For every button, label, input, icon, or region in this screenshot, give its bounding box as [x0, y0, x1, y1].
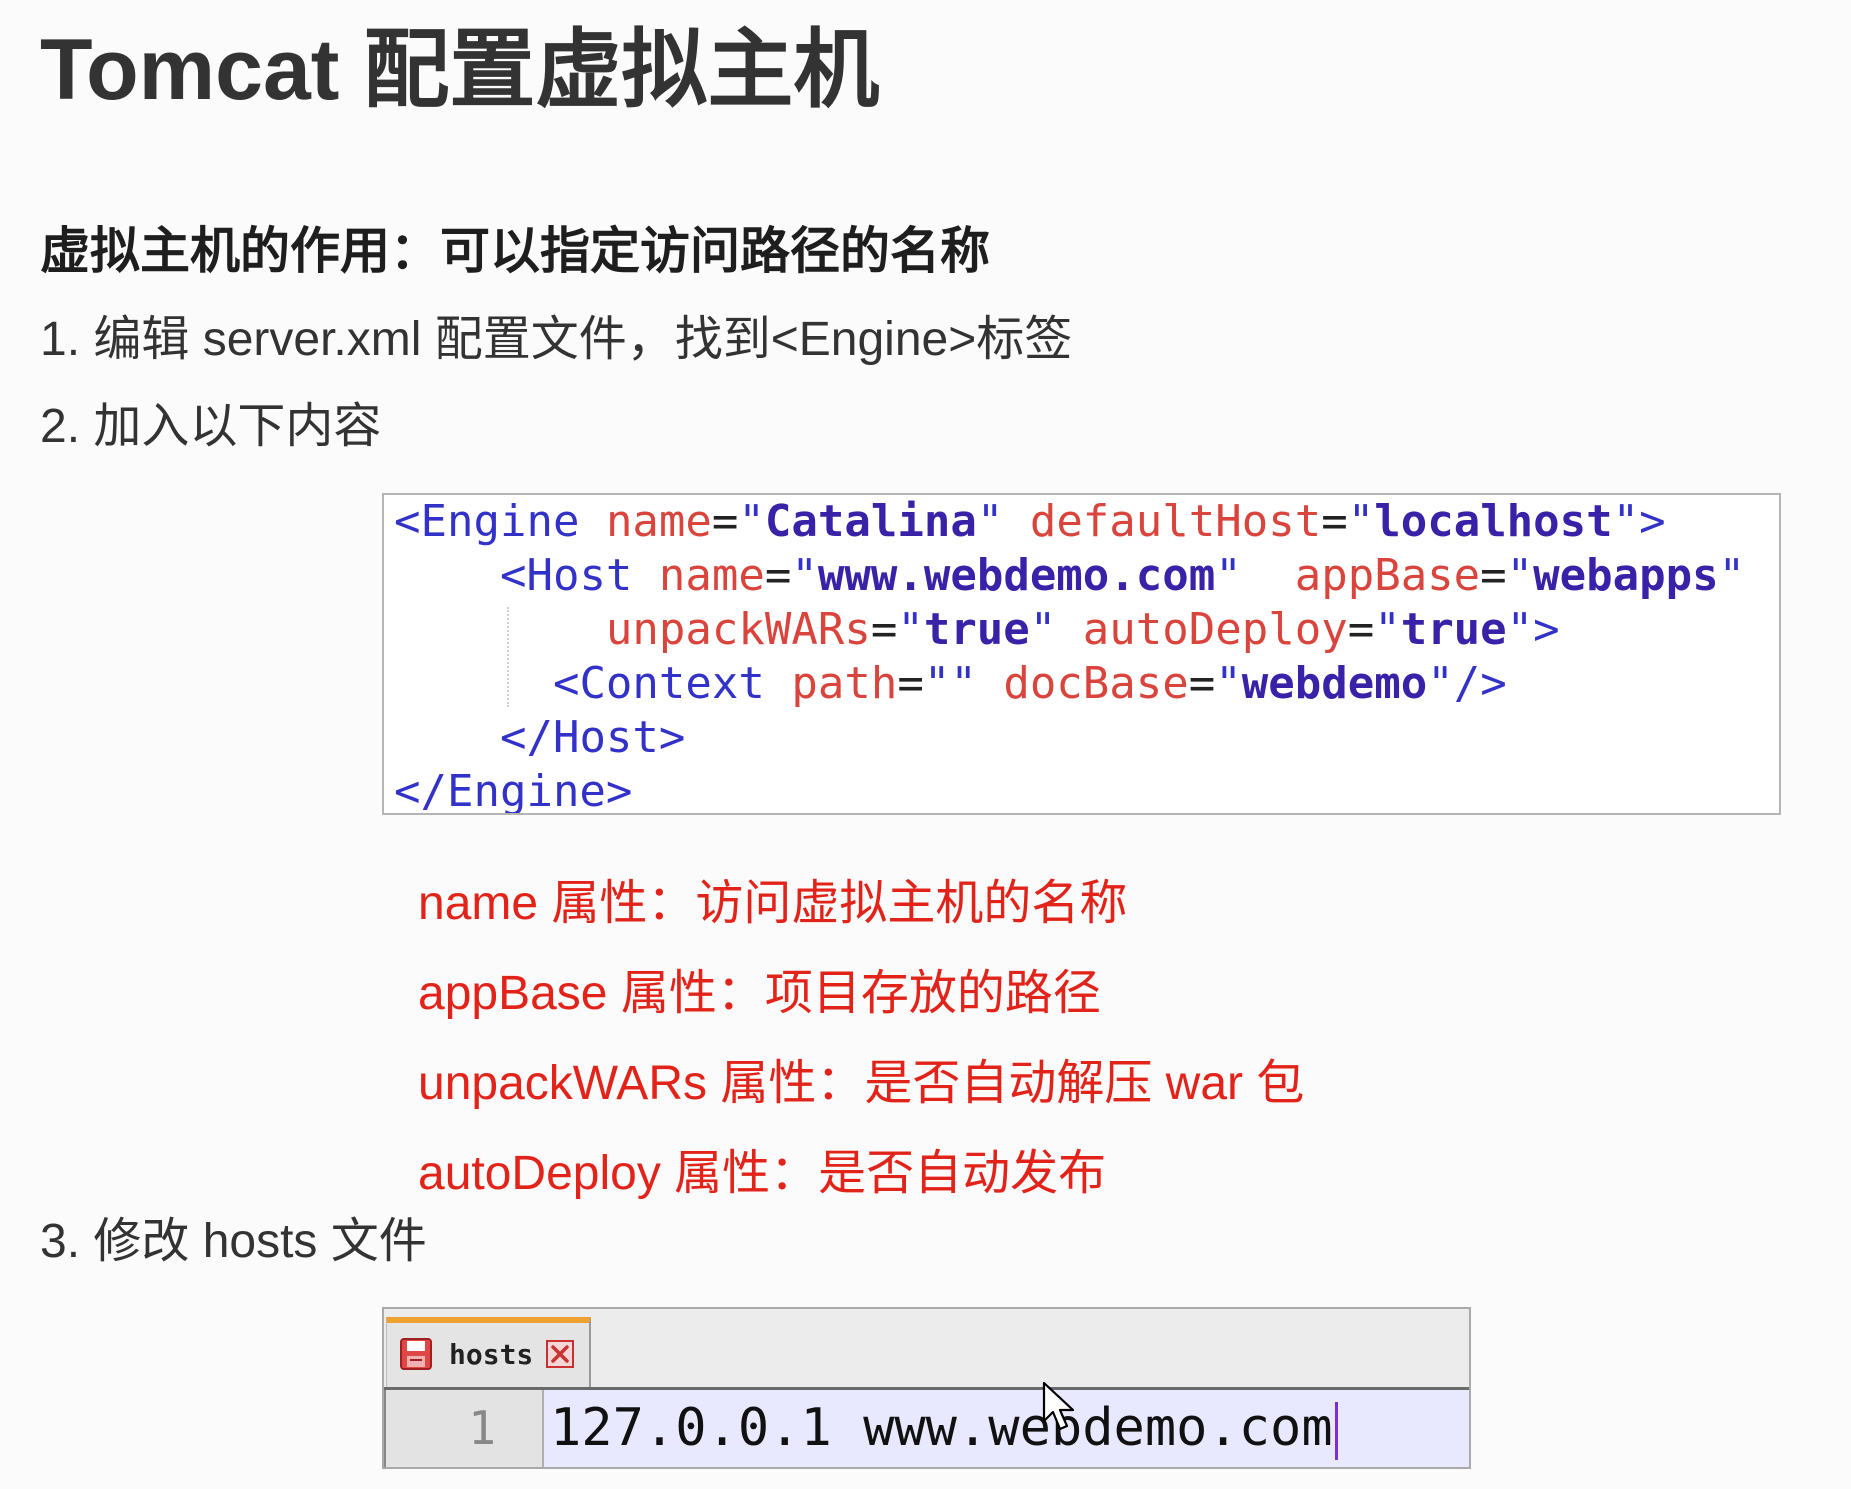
note-unpackwars-attribute: unpackWARs 属性：是否自动解压 war 包: [418, 1057, 1305, 1110]
code-token-quote: ": [976, 496, 1004, 547]
code-token-sp: [632, 550, 659, 601]
code-token-tag: >: [1639, 496, 1666, 547]
code-token-val: Catalina: [764, 496, 977, 547]
note-autodeploy-attribute: autoDeploy 属性：是否自动发布: [418, 1147, 1107, 1200]
code-token-quote: ": [1506, 604, 1534, 655]
code-token-attr: name: [658, 550, 765, 601]
code-token-val: webdemo: [1241, 658, 1428, 709]
note-name-attribute: name 属性：访问虚拟主机的名称: [418, 877, 1128, 930]
text-cursor: [1334, 1402, 1338, 1460]
code-token-quote: ": [1506, 550, 1534, 601]
code-token-punct: =: [1347, 604, 1375, 655]
code-token-quote: ": [897, 604, 924, 655]
code-token-tag: >: [1533, 604, 1560, 655]
step-3-text: 3. 修改 hosts 文件: [40, 1215, 427, 1268]
code-token-punct: =: [1188, 658, 1216, 709]
code-token-sp: [977, 658, 1004, 709]
code-token-val: webapps: [1533, 550, 1719, 601]
tab-bar: hosts: [384, 1309, 1469, 1387]
code-token-val: true: [1400, 604, 1507, 655]
code-token-attr: name: [605, 496, 712, 547]
line-text: 127.0.0.1 www.webdemo.com: [550, 1398, 1333, 1458]
code-token-quote: ": [1612, 496, 1640, 547]
code-token-val: localhost: [1374, 496, 1613, 547]
mouse-pointer-icon: [1042, 1381, 1075, 1431]
code-token-tag: </Engine>: [394, 766, 633, 815]
code-token-punct: =: [897, 658, 924, 709]
code-block: <Engine name="Catalina" defaultHost="loc…: [382, 493, 1781, 815]
code-token-val: www.webdemo.com: [817, 550, 1216, 601]
code-token-attr: defaultHost: [1029, 496, 1322, 547]
code-token-sp: [765, 658, 792, 709]
editor-line: 1 127.0.0.1 www.webdemo.com: [384, 1387, 1469, 1467]
code-token-tag: />: [1453, 658, 1507, 709]
code-line: <Host name="www.webdemo.com" appBase="we…: [394, 549, 1745, 603]
code-line: </Host>: [394, 711, 1745, 765]
attribute-notes: name 属性：访问虚拟主机的名称 appBase 属性：项目存放的路径 unp…: [418, 859, 1304, 1219]
code-token-sp: [394, 658, 553, 709]
file-tab-hosts[interactable]: hosts: [386, 1317, 591, 1387]
code-token-quote: ": [1347, 496, 1375, 547]
code-token-attr: docBase: [1003, 658, 1189, 709]
code-token-quote: "": [923, 658, 977, 709]
code-token-quote: ": [1374, 604, 1401, 655]
code-token-punct: =: [1480, 550, 1507, 601]
code-token-sp: [1056, 604, 1083, 655]
code-token-quote: ": [791, 550, 818, 601]
code-token-punct: =: [870, 604, 898, 655]
code-token-val: true: [923, 604, 1030, 655]
code-token-quote: ": [1427, 658, 1454, 709]
unsaved-file-icon: [400, 1338, 432, 1370]
code-token-quote: ": [1215, 658, 1242, 709]
step-2-text: 2. 加入以下内容: [40, 400, 382, 453]
line-number: 1: [384, 1390, 544, 1467]
code-line: <Context path="" docBase="webdemo"/>: [394, 657, 1745, 711]
code-lines: <Engine name="Catalina" defaultHost="loc…: [394, 495, 1745, 815]
code-token-sp: [394, 604, 606, 655]
code-token-punct: =: [764, 550, 792, 601]
code-token-attr: unpackWARs: [605, 604, 871, 655]
code-token-sp: [394, 550, 500, 601]
code-line: </Engine>: [394, 765, 1745, 815]
tab-label: hosts: [449, 1338, 534, 1371]
code-token-punct: =: [1321, 496, 1348, 547]
code-token-attr: autoDeploy: [1082, 604, 1348, 655]
code-token-punct: =: [711, 496, 739, 547]
code-token-tag: </Host>: [499, 712, 686, 763]
code-token-attr: appBase: [1294, 550, 1481, 601]
step-1-text: 1. 编辑 server.xml 配置文件，找到<Engine>标签: [40, 313, 1073, 366]
page-title: Tomcat 配置虚拟主机: [40, 22, 880, 118]
note-appbase-attribute: appBase 属性：项目存放的路径: [418, 967, 1101, 1020]
code-token-tag: <Host: [499, 550, 633, 601]
close-icon[interactable]: [545, 1339, 575, 1369]
code-token-sp: [1242, 550, 1295, 601]
section-subtitle: 虚拟主机的作用：可以指定访问路径的名称: [40, 223, 990, 279]
code-token-sp: [1003, 496, 1030, 547]
code-token-quote: ": [738, 496, 765, 547]
code-token-quote: ": [1029, 604, 1057, 655]
line-content[interactable]: 127.0.0.1 www.webdemo.com: [544, 1390, 1469, 1467]
hosts-editor: hosts 1 127.0.0.1 www.webdemo.com: [382, 1307, 1471, 1469]
code-token-quote: ": [1215, 550, 1242, 601]
code-line: <Engine name="Catalina" defaultHost="loc…: [394, 495, 1745, 549]
code-token-tag: <Engine: [394, 496, 580, 547]
code-token-sp: [394, 712, 500, 763]
code-line: unpackWARs="true" autoDeploy="true">: [394, 603, 1745, 657]
code-token-quote: ": [1718, 550, 1746, 601]
code-token-sp: [579, 496, 606, 547]
code-token-tag: <Context: [552, 658, 765, 709]
code-token-attr: path: [791, 658, 898, 709]
